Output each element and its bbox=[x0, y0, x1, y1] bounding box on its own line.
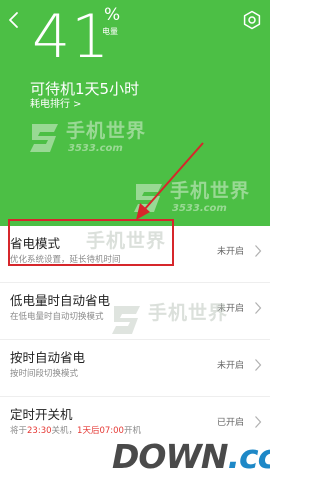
logo-text: DOWN.cc bbox=[112, 437, 270, 476]
down-cc-logo: DOWN.cc bbox=[96, 434, 270, 480]
annotation-arrow bbox=[136, 142, 204, 220]
